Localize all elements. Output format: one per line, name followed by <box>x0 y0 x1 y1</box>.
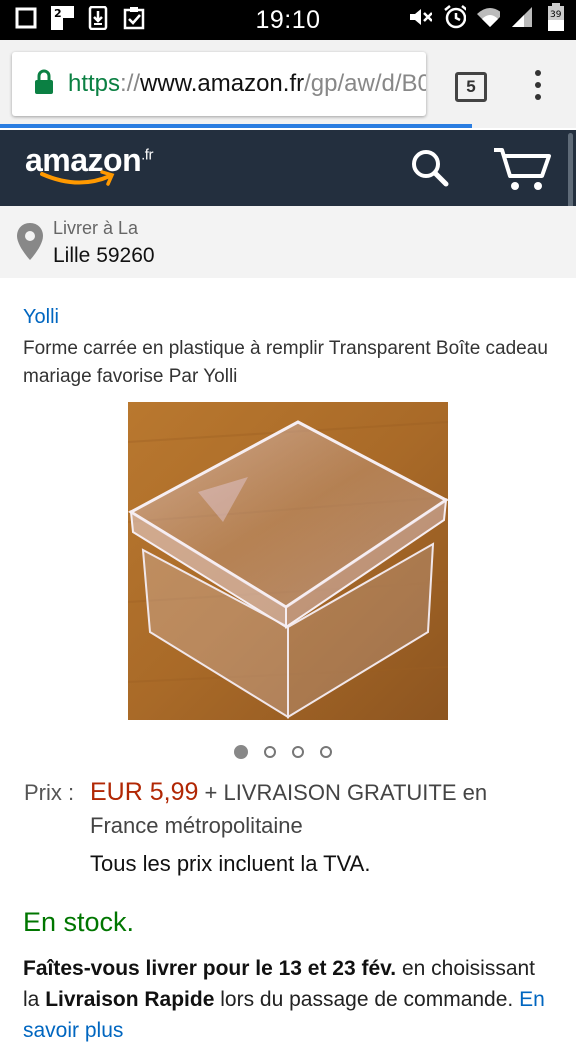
price-label: Prix : <box>24 780 75 805</box>
overflow-menu-icon[interactable] <box>528 70 548 100</box>
svg-text:39: 39 <box>550 10 562 20</box>
delivery-location[interactable]: Livrer à La Lille 59260 <box>0 206 576 278</box>
url-text: https://www.amazon.fr/gp/aw/d/B00 <box>68 70 426 97</box>
status-bar: 2 19:10 39 <box>0 0 576 40</box>
carousel-dot[interactable] <box>320 746 332 758</box>
tab-switcher-button[interactable]: 5 <box>455 72 487 102</box>
product-image[interactable] <box>128 402 448 720</box>
carousel-dot[interactable] <box>264 746 276 758</box>
address-bar[interactable]: https://www.amazon.fr/gp/aw/d/B00 <box>12 52 426 116</box>
cart-icon[interactable] <box>492 144 556 194</box>
carousel-dot[interactable] <box>292 746 304 758</box>
price-value: EUR 5,99 <box>90 778 199 806</box>
search-icon[interactable] <box>408 146 452 190</box>
brand-link[interactable]: Yolli <box>23 306 59 329</box>
browser-toolbar: https://www.amazon.fr/gp/aw/d/B00 5 <box>0 40 576 128</box>
carousel-dot[interactable] <box>234 745 248 759</box>
tva-note: Tous les prix incluent la TVA. <box>90 851 371 876</box>
product-title: Forme carrée en plastique à remplir Tran… <box>23 338 548 387</box>
price-block: EUR 5,99 + LIVRAISON GRATUITE en France … <box>90 776 550 842</box>
image-carousel-indicator[interactable] <box>234 745 332 759</box>
amazon-smile-icon <box>40 170 115 186</box>
deliver-to-label: Livrer à La <box>53 218 139 238</box>
mute-icon <box>408 5 432 29</box>
battery-icon: 39 <box>544 3 568 31</box>
alarm-icon <box>442 5 466 29</box>
site-header: amazon.fr <box>0 130 576 206</box>
location-pin-icon <box>17 223 43 260</box>
lock-icon <box>34 69 54 100</box>
signal-icon <box>510 5 534 29</box>
stock-status: En stock. <box>23 907 135 937</box>
page-load-progress <box>0 124 473 128</box>
wifi-icon <box>476 5 500 29</box>
delivery-estimate: Faîtes-vous livrer pour le 13 et 23 fév.… <box>23 957 545 1042</box>
deliver-to-location: Lille 59260 <box>53 244 155 267</box>
